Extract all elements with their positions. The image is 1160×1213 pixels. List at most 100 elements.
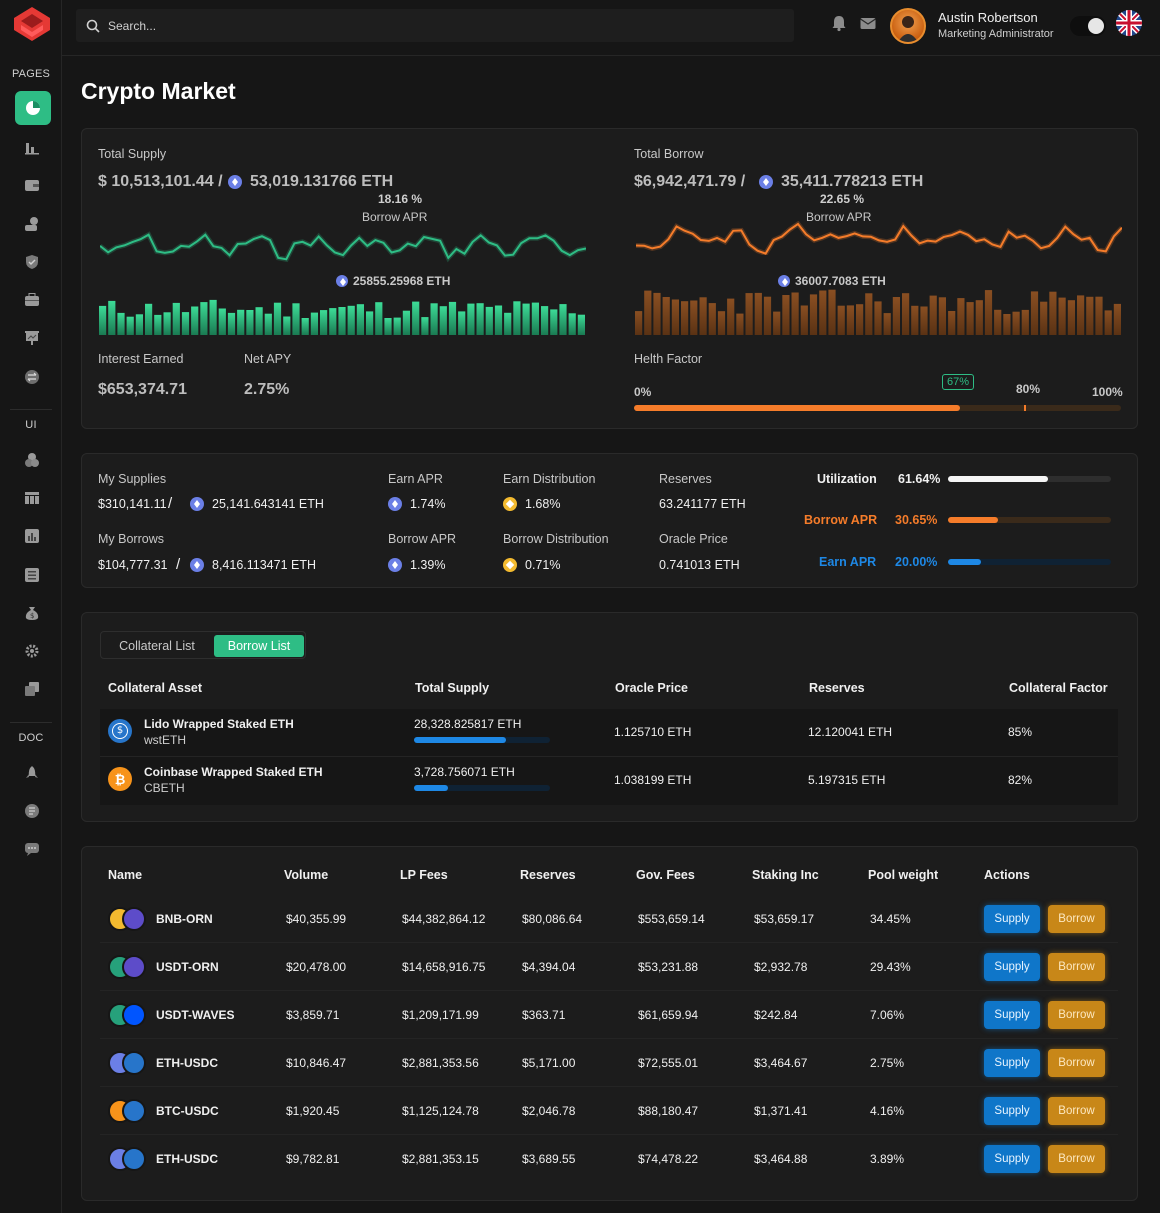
coin-icon bbox=[122, 1003, 146, 1027]
supply-button[interactable]: Supply bbox=[984, 1049, 1040, 1077]
pool-name: BNB-ORN bbox=[156, 912, 213, 926]
nav-copy-icon[interactable] bbox=[22, 679, 42, 699]
col-pool-weight[interactable]: Pool weight bbox=[868, 868, 938, 882]
bar bbox=[99, 305, 107, 335]
my-position-card: My Supplies $310,141.11 / 25,141.643141 … bbox=[81, 453, 1138, 588]
supply-button[interactable]: Supply bbox=[984, 1145, 1040, 1173]
nav-presentation-icon[interactable] bbox=[22, 328, 42, 348]
section-doc-label: DOC bbox=[18, 732, 44, 744]
bar bbox=[356, 304, 364, 335]
col-reserves[interactable]: Reserves bbox=[520, 868, 576, 882]
borrow-button[interactable]: Borrow bbox=[1048, 953, 1105, 981]
nav-settings-icon[interactable] bbox=[22, 641, 42, 661]
search-input[interactable] bbox=[108, 18, 708, 33]
col-volume[interactable]: Volume bbox=[284, 868, 328, 882]
earn-apr-meter-value: 20.00% bbox=[895, 555, 938, 569]
pool-reserves: $4,394.04 bbox=[522, 960, 576, 974]
tab-collateral-list[interactable]: Collateral List bbox=[104, 635, 210, 657]
nav-shield-icon[interactable] bbox=[22, 252, 42, 272]
utilization-label: Utilization bbox=[817, 472, 877, 486]
nav-bar-chart-icon[interactable] bbox=[22, 526, 42, 546]
mail-icon[interactable] bbox=[859, 14, 877, 32]
supply-button[interactable]: Supply bbox=[984, 953, 1040, 981]
my-borrows-eth-wrap: 8,416.113471 ETH bbox=[190, 558, 316, 572]
col-collateral-asset[interactable]: Collateral Asset bbox=[108, 681, 202, 695]
col-reserves[interactable]: Reserves bbox=[809, 681, 865, 695]
pool-name: ETH-USDC bbox=[156, 1056, 218, 1070]
col-collateral-factor[interactable]: Collateral Factor bbox=[1009, 681, 1108, 695]
health-factor-fill bbox=[634, 405, 961, 411]
nav-coins-icon[interactable] bbox=[22, 214, 42, 234]
supply-button[interactable]: Supply bbox=[984, 1001, 1040, 1029]
bar bbox=[957, 298, 965, 335]
bar bbox=[699, 297, 707, 335]
nav-rocket-icon[interactable] bbox=[22, 763, 42, 783]
table-row[interactable]: $ Lido Wrapped Staked ETH wstETH 28,328.… bbox=[100, 709, 1118, 757]
col-staking-inc[interactable]: Staking Inc bbox=[752, 868, 819, 882]
borrow-button[interactable]: Borrow bbox=[1048, 1049, 1105, 1077]
supply-button[interactable]: Supply bbox=[984, 1097, 1040, 1125]
eth-icon bbox=[778, 275, 790, 287]
asset-factor: 82% bbox=[1008, 773, 1033, 787]
total-borrow-eth-wrap: 35,411.778213 ETH bbox=[759, 173, 923, 191]
pool-staking: $3,464.67 bbox=[754, 1056, 808, 1070]
supply-progress-fill bbox=[414, 737, 507, 743]
bar bbox=[494, 305, 503, 335]
col-gov-fees[interactable]: Gov. Fees bbox=[636, 868, 695, 882]
borrow-button[interactable]: Borrow bbox=[1048, 1145, 1105, 1173]
bar bbox=[1040, 301, 1048, 335]
supply-apr-value: 18.16 % bbox=[378, 192, 423, 206]
avatar[interactable] bbox=[890, 8, 926, 44]
table-row[interactable]: ETH-USDC $9,782.81 $2,881,353.15 $3,689.55 $… bbox=[100, 1135, 1118, 1183]
user-name[interactable]: Austin Robertson bbox=[938, 10, 1038, 25]
uk-flag-icon[interactable] bbox=[1116, 10, 1142, 36]
tab-borrow-list[interactable]: Borrow List bbox=[214, 635, 304, 657]
pool-weight: 7.06% bbox=[870, 1008, 905, 1022]
supply-bar-chart bbox=[99, 299, 585, 335]
col-total-supply[interactable]: Total Supply bbox=[415, 681, 489, 695]
col-name[interactable]: Name bbox=[108, 868, 142, 882]
bar bbox=[541, 306, 549, 335]
user-role: Marketing Administrator bbox=[938, 28, 1054, 40]
borrow-button[interactable]: Borrow bbox=[1048, 1001, 1105, 1029]
asset-supply: 3,728.756071 ETH bbox=[414, 765, 515, 779]
borrow-distribution-wrap: 0.71% bbox=[503, 558, 560, 572]
table-row[interactable]: BTC-USDC $1,920.45 $1,125,124.78 $2,046.78 $… bbox=[100, 1087, 1118, 1135]
nav-circles-icon[interactable] bbox=[22, 450, 42, 470]
nav-book-icon[interactable] bbox=[22, 801, 42, 821]
borrow-button[interactable]: Borrow bbox=[1048, 905, 1105, 933]
nav-money-bag-icon[interactable]: $ bbox=[22, 603, 42, 623]
total-supply-eth: 53,019.131766 ETH bbox=[250, 173, 394, 190]
nav-dashboard[interactable] bbox=[15, 91, 51, 125]
theme-toggle[interactable] bbox=[1070, 16, 1106, 36]
nav-briefcase-icon[interactable] bbox=[22, 290, 42, 310]
table-row[interactable]: BNB-ORN $40,355.99 $44,382,864.12 $80,086.6… bbox=[100, 895, 1118, 943]
col-oracle-price[interactable]: Oracle Price bbox=[615, 681, 688, 695]
nav-exchange-icon[interactable] bbox=[22, 367, 42, 387]
table-row[interactable]: ETH-USDC $10,846.47 $2,881,353.56 $5,171.00… bbox=[100, 1039, 1118, 1087]
nav-table-icon[interactable] bbox=[22, 488, 42, 508]
supply-button[interactable]: Supply bbox=[984, 905, 1040, 933]
nav-chart-icon[interactable] bbox=[22, 137, 42, 157]
bar bbox=[1030, 291, 1039, 335]
borrow-trend-line bbox=[636, 221, 1122, 255]
market-overview-card: Total Supply $ 10,513,101.44 / 53,019.13… bbox=[81, 128, 1138, 429]
brand-logo[interactable] bbox=[12, 6, 52, 42]
table-row[interactable]: USDT-ORN $20,478.00 $14,658,916.75 $4,394.0… bbox=[100, 943, 1118, 991]
nav-list-icon[interactable] bbox=[22, 565, 42, 585]
bar bbox=[1003, 314, 1011, 335]
pool-weight: 3.89% bbox=[870, 1152, 905, 1166]
bar bbox=[550, 309, 558, 335]
table-row[interactable]: ₿ Coinbase Wrapped Staked ETH CBETH 3,72… bbox=[100, 757, 1118, 805]
col-lp-fees[interactable]: LP Fees bbox=[400, 868, 448, 882]
usdc-icon: $ bbox=[108, 719, 132, 743]
bell-icon[interactable] bbox=[830, 14, 848, 32]
borrow-button[interactable]: Borrow bbox=[1048, 1097, 1105, 1125]
nav-chat-icon[interactable] bbox=[22, 839, 42, 859]
asset-reserves: 12.120041 ETH bbox=[808, 725, 893, 739]
bar bbox=[347, 305, 355, 335]
table-row[interactable]: USDT-WAVES $3,859.71 $1,209,171.99 $363.71 $… bbox=[100, 991, 1118, 1039]
nav-wallet-icon[interactable] bbox=[22, 175, 42, 195]
search-box[interactable] bbox=[76, 9, 794, 42]
earn-apr-value: 1.74% bbox=[410, 497, 446, 511]
